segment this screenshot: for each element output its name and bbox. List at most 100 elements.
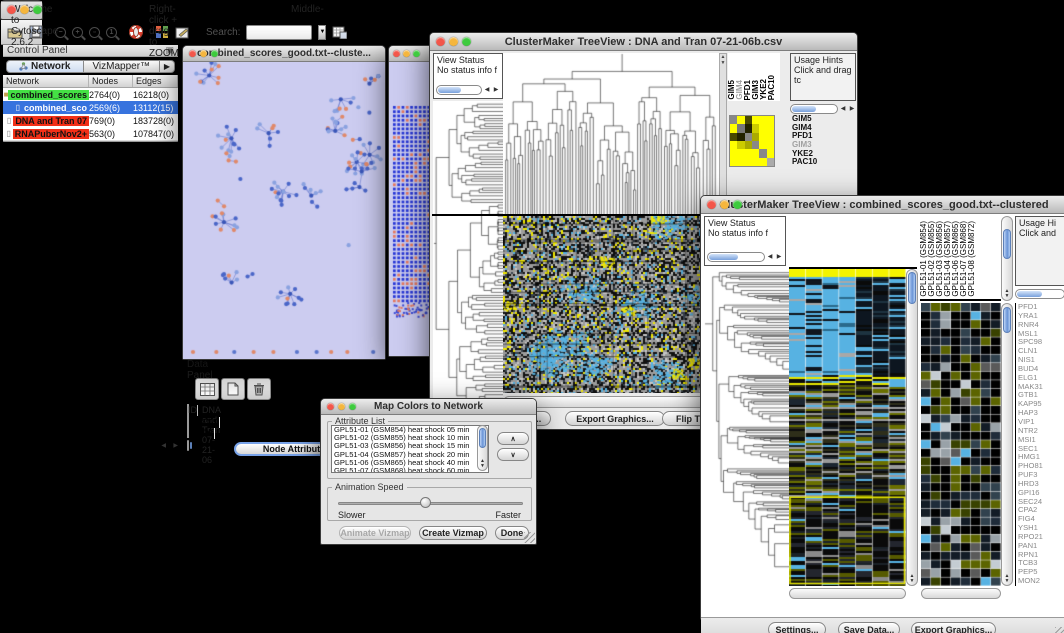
minimize-button[interactable] (449, 37, 458, 46)
attribute-list-scrollbar[interactable]: ▲▼ (477, 425, 488, 471)
move-down-button[interactable]: ∨ (497, 448, 529, 461)
zoom-button[interactable] (413, 50, 420, 57)
export-graphics-button[interactable]: Export Graphics... (565, 411, 665, 426)
mini-v-scrollbar[interactable]: ▲▼ (719, 53, 727, 214)
new-attribute-icon[interactable] (221, 378, 245, 400)
data-panel-h-scrollbar[interactable]: ◀ ▶ (187, 440, 189, 451)
grid-network-titlebar[interactable] (389, 46, 433, 62)
minimize-button[interactable] (403, 50, 410, 57)
resize-grip[interactable] (524, 532, 535, 543)
import-table-icon[interactable] (332, 23, 347, 41)
minimize-button[interactable] (338, 403, 345, 410)
matrix-cell (737, 158, 744, 166)
search-dropdown-button[interactable]: ▼ (318, 25, 326, 40)
attribute-table[interactable]: ID DNA and Tran 07-21-06 PAC10621 PFD179… (187, 404, 189, 438)
matrix-cell (767, 149, 774, 157)
treeview2-heatmap-canvas[interactable] (789, 269, 906, 586)
zoom-matrix-row-labels[interactable]: GIM5GIM4PFD1GIM3YKE2PAC10 (792, 115, 856, 167)
save-data-button[interactable]: Save Data... (838, 622, 900, 633)
minimize-button[interactable] (20, 5, 29, 14)
network-tree-row[interactable]: ■ combined_scores 2764(0) 16218(0) (3, 88, 178, 101)
matrix-cell (745, 133, 752, 141)
usage-hints-scrollbar[interactable]: ◀▶ (790, 104, 856, 114)
view-status-scrollbar[interactable]: ◀▶ (707, 252, 783, 262)
scrollbar-thumb[interactable] (1003, 307, 1011, 333)
gene-dendrogram-canvas[interactable] (704, 269, 789, 586)
zoom-heatmap-canvas[interactable] (921, 303, 1001, 586)
zoom-v-scrollbar[interactable]: ▲▼ (1001, 303, 1013, 586)
tab-overflow-arrow[interactable]: ▶ (160, 60, 175, 73)
column-dendrogram-canvas[interactable] (503, 53, 719, 214)
zoom-matrix[interactable] (729, 115, 775, 167)
settings-button[interactable]: Settings... (768, 622, 826, 633)
attribute-list-item[interactable]: GPL51-07 (GSM868) heat shock 60 min (332, 467, 488, 473)
network-view-titlebar[interactable]: combined_scores_good.txt--cluste... (183, 46, 385, 62)
scroll-right-arrow[interactable]: ▶ (173, 441, 178, 451)
zoom-h-scrollbar[interactable] (921, 588, 1001, 599)
matrix-cell (737, 133, 744, 141)
treeview2-footer: Settings... Save Data... Export Graphics… (701, 617, 1064, 633)
matrix-cell (759, 149, 766, 157)
scrollbar-thumb[interactable] (1003, 229, 1011, 259)
attribute-list[interactable]: GPL51-01 (GSM854) heat shock 05 minGPL51… (331, 425, 489, 473)
gene-label-list[interactable]: PFD1YRA1RNR4MSL1SPC98CLN1NIS1BUD4ELG1MAK… (1015, 303, 1064, 586)
zoom-button[interactable] (211, 50, 218, 57)
zoom-button[interactable] (462, 37, 471, 46)
heatmap-h-scrollbar[interactable] (789, 588, 906, 599)
scrollbar-thumb[interactable] (908, 272, 916, 304)
scrollbar-thumb[interactable] (190, 442, 192, 449)
scroll-left-arrow[interactable]: ◀ (161, 441, 166, 451)
network-view-window: combined_scores_good.txt--cluste... (182, 45, 386, 360)
close-button[interactable] (393, 50, 400, 57)
grid-network-canvas[interactable] (389, 62, 433, 356)
treeview1-titlebar[interactable]: ClusterMaker TreeView : DNA and Tran 07-… (430, 33, 857, 51)
heatmap-v-scrollbar[interactable]: ▲▼ (906, 269, 918, 586)
matrix-cell (759, 158, 766, 166)
network-tree-row[interactable]: ▯ DNA and Tran 07 769(0) 183728(0) (3, 114, 178, 127)
attribute-select-icon[interactable] (195, 378, 219, 400)
resize-grip[interactable] (1055, 627, 1064, 633)
search-input[interactable] (246, 25, 312, 40)
matrix-cell (752, 124, 759, 132)
view-status-panel: View StatusNo status info f ◀▶ (704, 216, 786, 266)
label-panel-scrollbar[interactable]: ▲▼ (1001, 216, 1013, 301)
speed-slider-thumb[interactable] (420, 497, 431, 508)
animation-speed-group: Animation Speed Slower Faster (327, 487, 532, 521)
zoom-button[interactable] (733, 200, 742, 209)
minimize-button[interactable] (200, 50, 207, 57)
close-button[interactable] (7, 5, 16, 14)
export-graphics-button[interactable]: Export Graphics... (911, 622, 996, 633)
tab-vizmapper[interactable]: VizMapper™ (84, 60, 161, 73)
network-table-header[interactable]: Network Nodes Edges (3, 75, 178, 88)
tab-network[interactable]: Network (6, 60, 84, 73)
treeview1-heatmap-canvas[interactable] (503, 216, 707, 393)
zoom-button[interactable] (33, 5, 42, 14)
zoom-in-icon[interactable] (72, 23, 83, 41)
zoom-actual-size-icon[interactable] (106, 23, 117, 41)
animate-vizmap-button[interactable]: Animate Vizmap (339, 526, 411, 540)
zoom-selected-icon[interactable] (89, 23, 100, 41)
minimize-button[interactable] (720, 200, 729, 209)
help-lifesaver-icon[interactable] (129, 23, 143, 41)
close-button[interactable] (436, 37, 445, 46)
matrix-cell (767, 158, 774, 166)
treeview1-column-labels[interactable]: GIM5GIM4PFD1GIM3YKE2PAC10 (728, 53, 780, 101)
dialog-titlebar[interactable]: Map Colors to Network (321, 399, 536, 415)
scrollbar-thumb[interactable] (479, 428, 486, 448)
close-button[interactable] (707, 200, 716, 209)
matrix-cell (759, 133, 766, 141)
treeview2-titlebar[interactable]: ClusterMaker TreeView : combined_scores_… (701, 196, 1064, 214)
network-tree-row[interactable]: ▯ combined_sco 2569(6) 13112(15) (3, 101, 178, 114)
view-status-scrollbar[interactable]: ◀▶ (436, 85, 500, 95)
zoom-button[interactable] (349, 403, 356, 410)
treeview2-column-labels[interactable]: GPL51-01 (GSM854)GPL51-02 (GSM855)GPL51-… (920, 216, 1001, 301)
network-view-canvas[interactable] (183, 62, 385, 359)
move-up-button[interactable]: ∧ (497, 432, 529, 445)
row-dendrogram-canvas[interactable] (433, 101, 503, 414)
network-tree-row[interactable]: ▯ RNAPuberNov2+ 563(0) 107847(0) (3, 127, 178, 140)
usage-hints-scrollbar[interactable] (1015, 289, 1064, 299)
close-button[interactable] (327, 403, 334, 410)
delete-attribute-icon[interactable] (247, 378, 271, 400)
close-button[interactable] (189, 50, 196, 57)
create-vizmap-button[interactable]: Create Vizmap (419, 526, 487, 540)
